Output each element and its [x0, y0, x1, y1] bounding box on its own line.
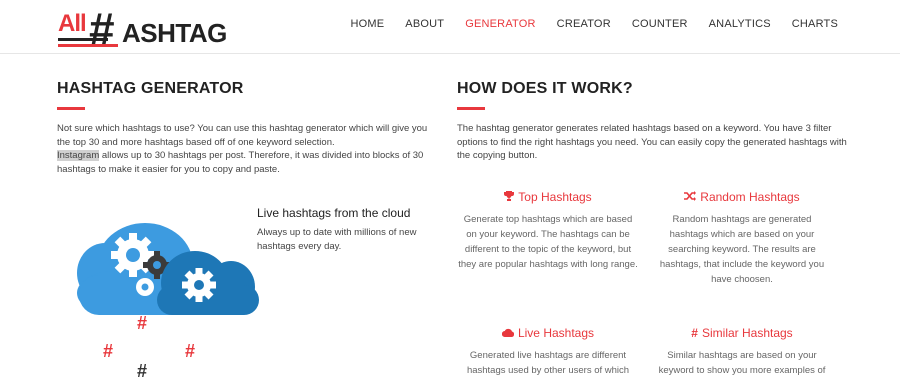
nav-charts[interactable]: CHARTS	[792, 18, 838, 30]
how-title-underline	[457, 107, 485, 110]
white-gear-icon	[111, 233, 155, 277]
cloud-gear-icon	[182, 268, 216, 302]
feature-random-desc: Random hashtags are generated hashtags w…	[659, 214, 825, 285]
feature-top-hashtags: Top Hashtags Generate top hashtags which…	[458, 190, 638, 272]
feature-live-title[interactable]: Live Hashtags	[458, 326, 638, 340]
nav-analytics[interactable]: ANALYTICS	[709, 18, 771, 30]
hashtag-drop-1-icon: #	[137, 313, 147, 333]
title-underline	[57, 107, 85, 110]
hashtag-drop-2-icon: #	[103, 341, 113, 361]
logo-ashtag-text: ASHTAG	[122, 18, 227, 48]
hashtag-icon: #	[691, 326, 698, 340]
nav-counter[interactable]: COUNTER	[632, 18, 688, 30]
nav-home[interactable]: HOME	[350, 18, 384, 30]
logo-underline-red	[58, 44, 118, 47]
how-it-works-section: HOW DOES IT WORK? The hashtag generator …	[457, 80, 847, 163]
generator-title: HASHTAG GENERATOR	[57, 80, 244, 97]
shuffle-icon	[684, 190, 697, 204]
main-nav: HOME ABOUT GENERATOR CREATOR COUNTER ANA…	[329, 18, 838, 30]
trophy-icon	[504, 190, 515, 204]
generator-intro-1: Not sure which hashtags to use? You can …	[57, 123, 428, 148]
feature-live-desc: Generated live hashtags are different ha…	[466, 350, 630, 376]
logo-all-text: All	[58, 10, 87, 37]
how-title: HOW DOES IT WORK?	[457, 80, 633, 97]
generator-section: HASHTAG GENERATOR Not sure which hashtag…	[57, 80, 442, 176]
logo-underline-dark	[58, 38, 108, 41]
cloud-feature: Live hashtags from the cloud Always up t…	[257, 206, 437, 253]
cloud-gears-svg: # # # #	[77, 223, 259, 377]
cloud-illustration: # # # #	[75, 205, 275, 377]
feature-similar-hashtags: # Similar Hashtags Similar hashtags are b…	[652, 326, 832, 377]
instagram-highlight: Instagram	[57, 150, 100, 161]
how-desc: The hashtag generator generates related …	[457, 123, 847, 161]
nav-generator[interactable]: GENERATOR	[465, 18, 535, 30]
feature-similar-title[interactable]: # Similar Hashtags	[652, 326, 832, 340]
hashtag-drop-3-icon: #	[185, 341, 195, 361]
top-bar: All # ASHTAG HOME ABOUT GENERATOR CREATO…	[0, 0, 900, 55]
hashtag-drop-4-icon: #	[137, 361, 147, 377]
feature-live-label: Live Hashtags	[517, 326, 595, 340]
nav-creator[interactable]: CREATOR	[557, 18, 611, 30]
logo-hash-symbol: #	[89, 3, 115, 55]
feature-random-hashtags: Random Hashtags Random hashtags are gene…	[652, 190, 832, 287]
site-logo[interactable]: All # ASHTAG	[58, 3, 228, 55]
cloud-icon	[501, 326, 515, 340]
feature-top-title[interactable]: Top Hashtags	[458, 190, 638, 204]
feature-top-label: Top Hashtags	[518, 190, 592, 204]
feature-random-title[interactable]: Random Hashtags	[652, 190, 832, 204]
feature-random-label: Random Hashtags	[700, 190, 800, 204]
small-white-gear-icon	[136, 278, 154, 296]
feature-similar-desc: Similar hashtags are based on your keywo…	[658, 350, 826, 376]
cloud-feature-desc: Always up to date with millions of new h…	[257, 227, 417, 252]
cloud-feature-title: Live hashtags from the cloud	[257, 206, 411, 220]
generator-intro: Not sure which hashtags to use? You can …	[57, 122, 442, 176]
feature-similar-label: Similar Hashtags	[701, 326, 793, 340]
generator-intro-2: allows up to 30 hashtags per post. There…	[57, 150, 424, 175]
nav-about[interactable]: ABOUT	[405, 18, 444, 30]
feature-top-desc: Generate top hashtags which are based on…	[458, 214, 638, 270]
feature-live-hashtags: Live Hashtags Generated live hashtags ar…	[458, 326, 638, 377]
